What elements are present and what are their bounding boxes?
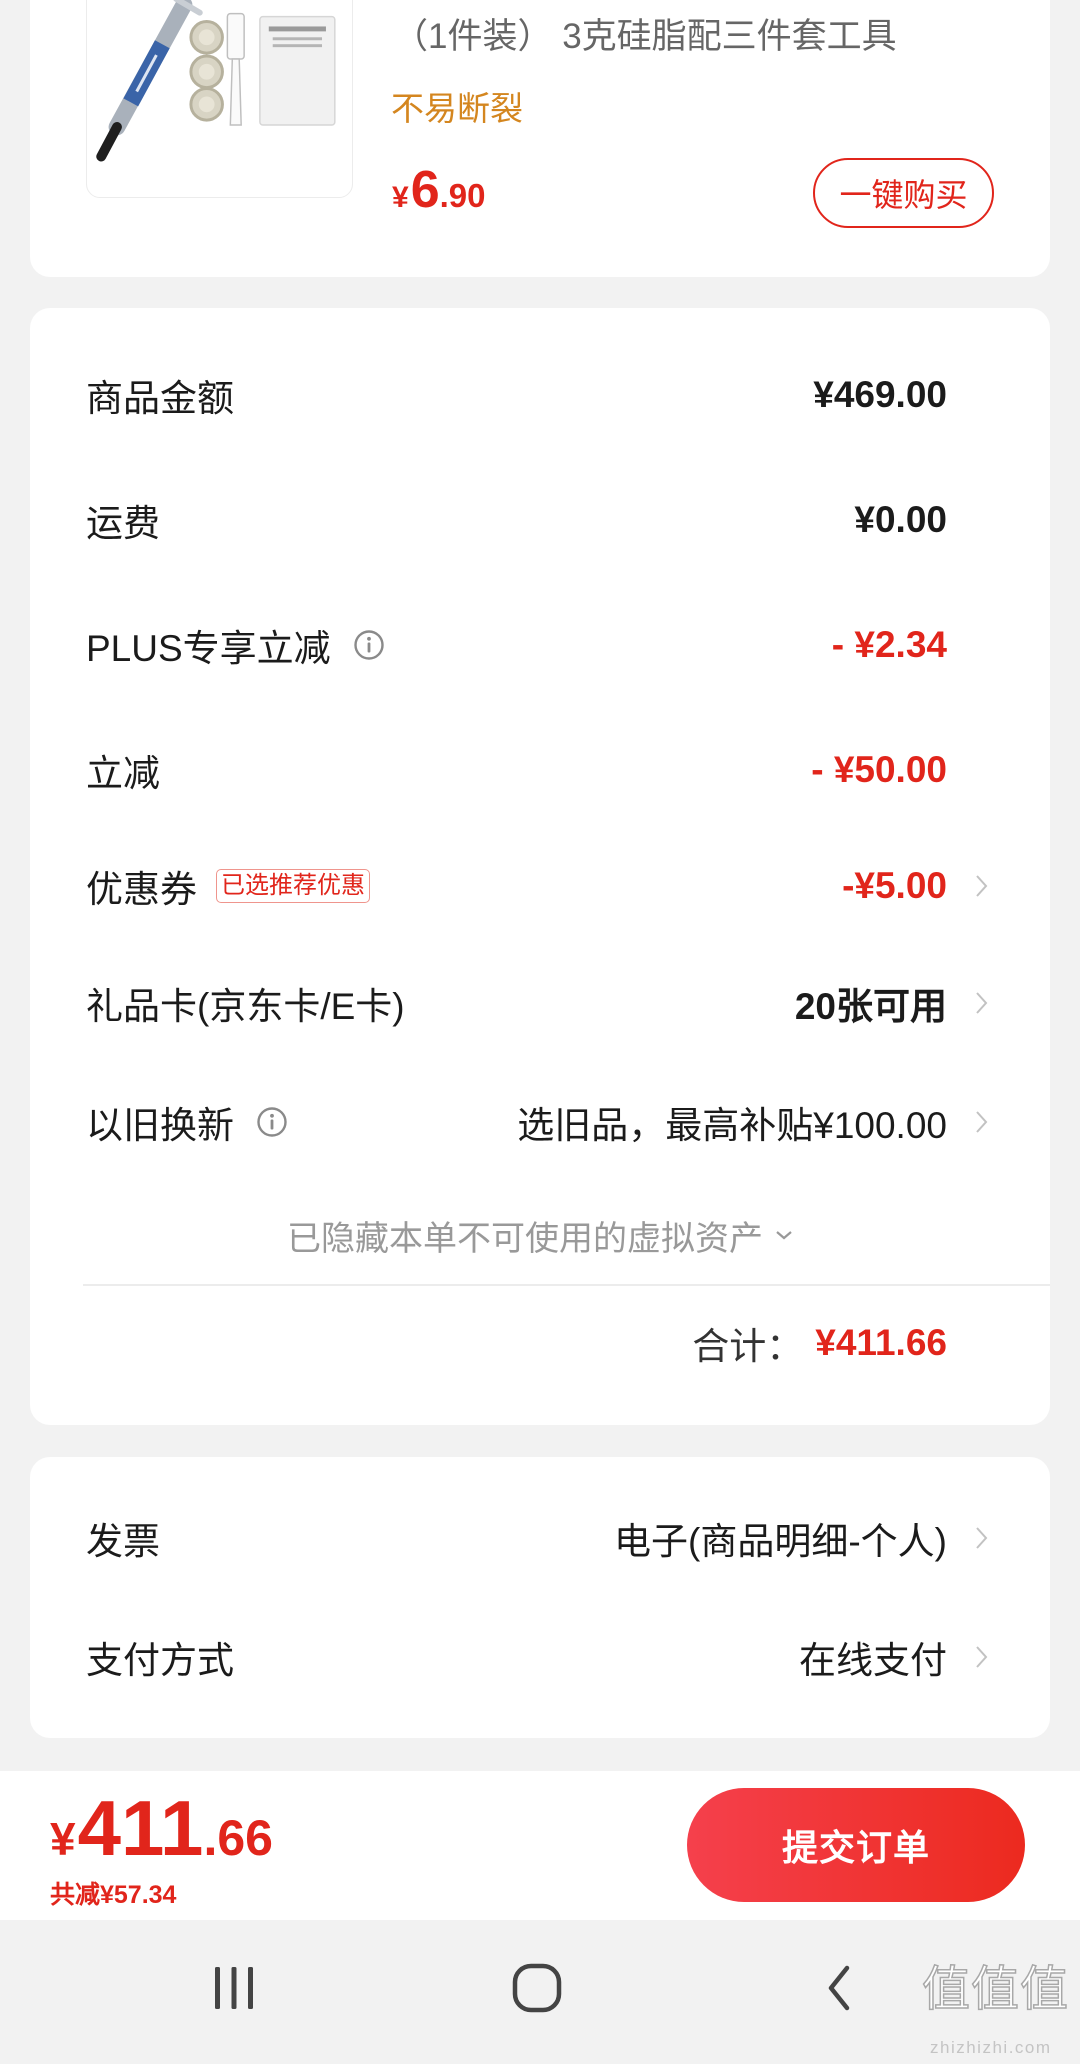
price-decimal: .90 xyxy=(439,177,486,214)
chevron-right-icon xyxy=(976,875,988,897)
row-label: PLUS专享立减 xyxy=(86,628,331,669)
row-value: 在线支付 xyxy=(799,1640,947,1681)
chevron-right-icon xyxy=(976,992,988,1014)
row-label: 运费 xyxy=(86,503,160,544)
summary-row-instant-discount: 立减 - ¥50.00 xyxy=(86,730,947,810)
row-value: 20张可用 xyxy=(794,986,947,1027)
total-label: 合计： xyxy=(692,1326,804,1367)
row-label: 礼品卡(京东卡/E卡) xyxy=(86,986,405,1027)
row-label: 优惠券 xyxy=(86,869,197,910)
syringe xyxy=(96,0,203,162)
thermal-paste-kit-image xyxy=(96,0,336,162)
row-value: ¥0.00 xyxy=(854,499,947,540)
row-label: 以旧换新 xyxy=(86,1105,234,1146)
recent-apps-icon[interactable] xyxy=(214,1967,254,2009)
summary-row-coupon[interactable]: 优惠券 已选推荐优惠 -¥5.00 xyxy=(86,846,988,926)
summary-row-shipping: 运费 ¥0.00 xyxy=(86,480,947,560)
system-navigation-bar xyxy=(0,1920,1080,2064)
summary-total: 合计： ¥411.66 xyxy=(86,1303,947,1383)
total-saved: 共减¥57.34 xyxy=(50,1881,177,1909)
chevron-right-icon xyxy=(976,1527,988,1549)
row-label: 发票 xyxy=(86,1521,160,1562)
amount-integer: 411 xyxy=(77,1784,204,1872)
product-card: （1件装） 3克硅脂配三件套工具 不易断裂 ¥ 6 .90 一键购买 xyxy=(30,0,1050,277)
order-options-card: 发票 电子(商品明细-个人) 支付方式 在线支付 xyxy=(30,1457,1050,1738)
watermark-logo: 值值值 xyxy=(921,1962,1070,2017)
summary-row-goods-amount: 商品金额 ¥469.00 xyxy=(86,355,947,435)
total-value: ¥411.66 xyxy=(815,1322,947,1363)
divider xyxy=(83,1284,1050,1286)
currency-symbol: ¥ xyxy=(50,1813,76,1865)
amount-decimal: .66 xyxy=(203,1810,273,1866)
one-click-buy-button[interactable]: 一键购买 xyxy=(813,158,994,228)
cleaning-packet xyxy=(259,15,336,126)
info-icon[interactable] xyxy=(353,629,385,661)
home-icon[interactable] xyxy=(512,1963,562,2013)
hidden-assets-text: 已隐藏本单不可使用的虚拟资产 xyxy=(287,1219,763,1258)
recommended-coupon-badge: 已选推荐优惠 xyxy=(216,869,370,903)
spatula xyxy=(226,12,245,126)
row-label: 立减 xyxy=(86,753,160,794)
row-value: - ¥2.34 xyxy=(831,624,947,665)
price-summary-card: 商品金额 ¥469.00 运费 ¥0.00 PLUS专享立减 - ¥2.34 立… xyxy=(30,308,1050,1425)
watermark-site: zhizhizhi.com xyxy=(930,2038,1052,2057)
product-image[interactable] xyxy=(86,0,353,198)
row-value: - ¥50.00 xyxy=(811,749,947,790)
thermal-pads xyxy=(189,20,224,122)
product-title[interactable]: （1件装） 3克硅脂配三件套工具 xyxy=(393,14,897,60)
hidden-assets-toggle[interactable]: 已隐藏本单不可使用的虚拟资产 xyxy=(30,1195,1050,1275)
row-value: ¥469.00 xyxy=(813,374,947,415)
chevron-right-icon xyxy=(976,1111,988,1133)
summary-row-plus-discount: PLUS专享立减 - ¥2.34 xyxy=(86,605,947,685)
back-icon[interactable] xyxy=(825,1964,853,2012)
row-label: 商品金额 xyxy=(86,378,234,419)
currency-symbol: ¥ xyxy=(392,181,409,214)
product-price: ¥ 6 .90 xyxy=(392,164,485,216)
chevron-right-icon xyxy=(976,1646,988,1668)
row-value: 选旧品，最高补贴¥100.00 xyxy=(517,1105,947,1146)
payment-method-row[interactable]: 支付方式 在线支付 xyxy=(86,1617,988,1697)
chevron-down-icon xyxy=(776,1230,792,1239)
row-value: -¥5.00 xyxy=(842,865,947,906)
checkout-bar: ¥ 411 .66 共减¥57.34 提交订单 xyxy=(0,1771,1080,1920)
price-integer: 6 xyxy=(410,161,440,219)
submit-order-button[interactable]: 提交订单 xyxy=(687,1788,1025,1902)
row-value: 电子(商品明细-个人) xyxy=(614,1521,947,1562)
summary-row-trade-in[interactable]: 以旧换新 选旧品，最高补贴¥100.00 xyxy=(86,1082,988,1162)
payable-amount: ¥ 411 .66 xyxy=(50,1789,273,1867)
invoice-row[interactable]: 发票 电子(商品明细-个人) xyxy=(86,1498,988,1578)
row-label: 支付方式 xyxy=(86,1640,234,1681)
product-tag: 不易断裂 xyxy=(391,90,523,127)
info-icon[interactable] xyxy=(256,1106,288,1138)
summary-row-gift-card[interactable]: 礼品卡(京东卡/E卡) 20张可用 xyxy=(86,963,988,1043)
